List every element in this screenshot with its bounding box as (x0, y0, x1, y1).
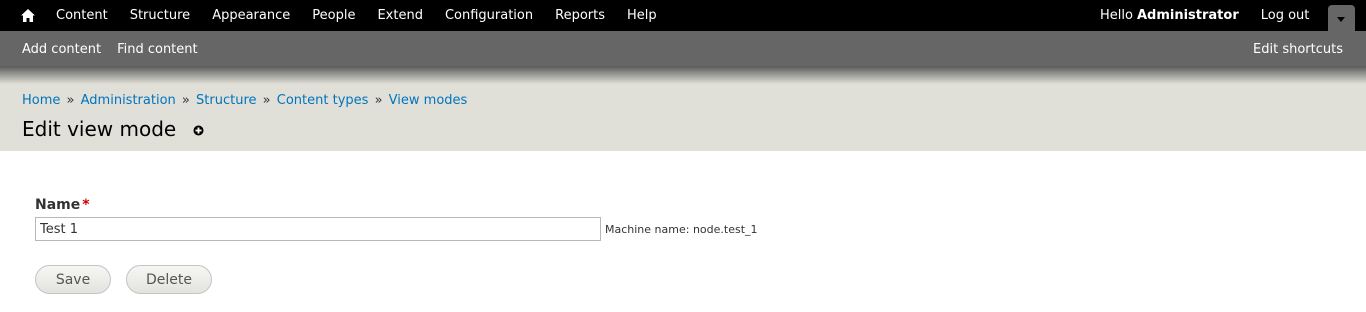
toolbar-item-help[interactable]: Help (627, 8, 657, 23)
shortcuts-drawer-toggle[interactable] (1328, 5, 1355, 31)
machine-name: Machine name: node.test_1 (605, 223, 758, 236)
breadcrumb-home[interactable]: Home (22, 93, 60, 108)
shortcut-find-content[interactable]: Find content (117, 42, 198, 57)
breadcrumb-separator: » (374, 93, 383, 108)
toolbar-shadow (0, 66, 1366, 84)
breadcrumb-separator: » (66, 93, 75, 108)
toolbar-item-reports[interactable]: Reports (555, 8, 605, 23)
toolbar-item-configuration[interactable]: Configuration (445, 8, 533, 23)
toolbar-item-structure[interactable]: Structure (130, 8, 190, 23)
shortcuts-bar: Add content Find content Edit shortcuts (0, 31, 1366, 71)
toolbar-item-people[interactable]: People (312, 8, 355, 23)
page-title: Edit view mode (22, 117, 177, 141)
plus-circle-icon[interactable] (193, 125, 204, 136)
toolbar-item-content[interactable]: Content (56, 8, 108, 23)
home-icon[interactable] (20, 8, 36, 23)
name-label-text: Name (35, 197, 81, 213)
toolbar-item-appearance[interactable]: Appearance (212, 8, 290, 23)
username-link[interactable]: Administrator (1137, 8, 1239, 23)
admin-toolbar: Content Structure Appearance People Exte… (0, 0, 1366, 31)
logout-link[interactable]: Log out (1261, 8, 1310, 23)
page-header: Home » Administration » Structure » Cont… (0, 84, 1366, 151)
breadcrumb-view-modes[interactable]: View modes (389, 93, 468, 108)
breadcrumb-administration[interactable]: Administration (81, 93, 176, 108)
breadcrumb-separator: » (181, 93, 190, 108)
toolbar-item-extend[interactable]: Extend (377, 8, 423, 23)
name-input[interactable] (35, 217, 601, 241)
user-menu: Hello Administrator Log out (1100, 0, 1309, 31)
edit-shortcuts-link[interactable]: Edit shortcuts (1253, 31, 1343, 68)
breadcrumb-content-types[interactable]: Content types (277, 93, 369, 108)
toolbar-menu: Content Structure Appearance People Exte… (56, 0, 679, 31)
breadcrumb: Home » Administration » Structure » Cont… (22, 93, 467, 108)
name-field-label: Name * (35, 197, 90, 213)
breadcrumb-separator: » (262, 93, 271, 108)
required-marker: * (82, 197, 90, 213)
chevron-down-icon (1337, 17, 1345, 22)
breadcrumb-structure[interactable]: Structure (196, 93, 256, 108)
greeting: Hello (1100, 8, 1133, 23)
shortcut-add-content[interactable]: Add content (22, 42, 101, 57)
save-button[interactable]: Save (35, 265, 111, 294)
delete-button[interactable]: Delete (126, 265, 212, 294)
